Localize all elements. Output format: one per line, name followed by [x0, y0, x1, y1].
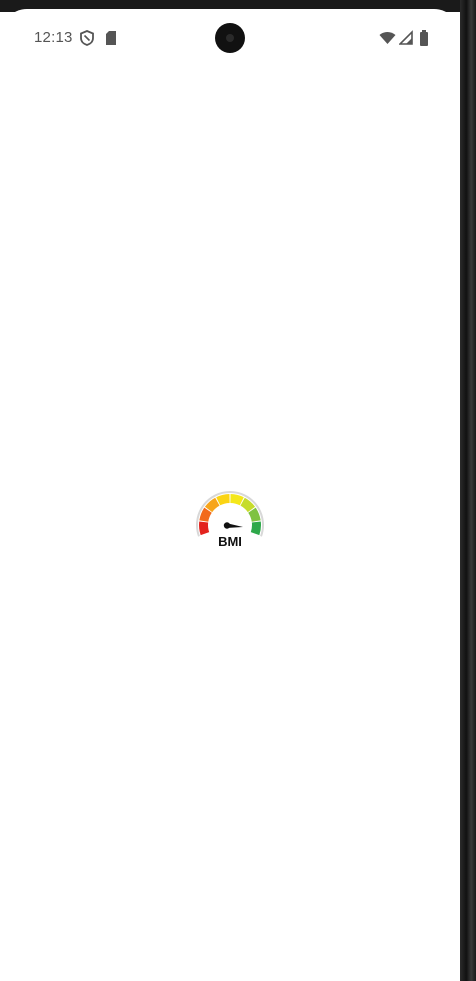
battery-icon: [420, 30, 428, 46]
gauge-segment: [199, 521, 210, 536]
front-camera: [215, 23, 245, 53]
wifi-icon: [379, 32, 396, 44]
sd-card-icon: [106, 31, 116, 45]
device-frame: 12:13 BMI: [0, 0, 476, 981]
camera-lens: [226, 34, 234, 42]
gauge-segment: [250, 521, 261, 536]
gauge-pivot: [223, 522, 231, 529]
cell-signal-icon: [399, 30, 413, 45]
bmi-logo-text: BMI: [218, 534, 242, 549]
status-time: 12:13: [34, 29, 73, 46]
gauge-segments: [196, 491, 264, 537]
status-bar: 12:13: [1, 9, 460, 65]
shield-icon: [80, 30, 94, 46]
bmi-gauge-icon: BMI: [196, 491, 264, 549]
device-bezel-right: [460, 0, 476, 981]
